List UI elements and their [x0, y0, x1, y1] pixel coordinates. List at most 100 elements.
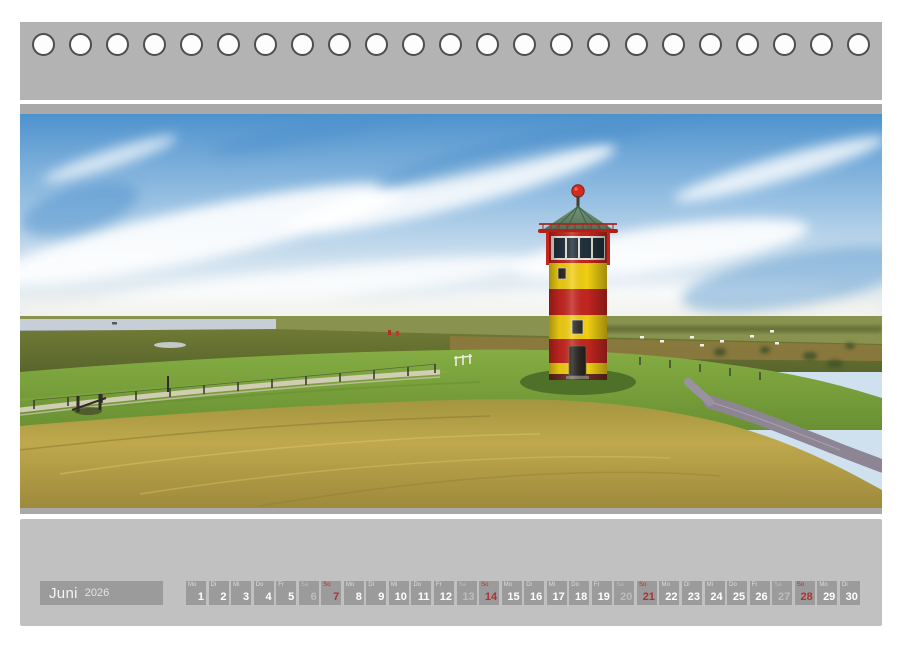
day-number: 17: [553, 591, 565, 603]
weekday-abbr: Mi: [391, 582, 397, 588]
day-cell-19: Fr 19: [592, 581, 612, 605]
day-number: 2: [220, 591, 226, 603]
weekday-abbr: So: [797, 582, 804, 588]
weekday-abbr: Mo: [346, 582, 354, 588]
weekday-abbr: Fr: [752, 582, 758, 588]
day-number: 22: [665, 591, 677, 603]
weekday-abbr: So: [639, 582, 646, 588]
day-cells: Mo1Di2Mi3Do4Fr5Sa6So7Mo8Di9Mi10Do11Fr12S…: [186, 581, 860, 605]
binding-hole: [476, 33, 499, 56]
day-number: 4: [266, 591, 272, 603]
weekday-abbr: Di: [368, 582, 374, 588]
day-cell-8: Mo8: [344, 581, 364, 605]
day-number: 25: [733, 591, 745, 603]
day-cell-22: Mo22: [659, 581, 679, 605]
weekday-abbr: Fr: [436, 582, 442, 588]
month-label-box: Juni 2026: [40, 581, 163, 605]
day-cell-5: Fr 5: [276, 581, 296, 605]
binding-hole: [736, 33, 759, 56]
weekday-abbr: Di: [526, 582, 532, 588]
binding-hole: [328, 33, 351, 56]
binding-hole: [143, 33, 166, 56]
day-number: 18: [575, 591, 587, 603]
day-number: 15: [507, 591, 519, 603]
weekday-abbr: Mi: [233, 582, 239, 588]
weekday-abbr: Do: [413, 582, 421, 588]
day-cell-21: So 21: [637, 581, 657, 605]
photo-edge-top: [20, 104, 882, 114]
day-number: 7: [333, 591, 339, 603]
weekday-abbr: So: [481, 582, 488, 588]
day-number: 26: [755, 591, 767, 603]
day-cell-2: Di2: [209, 581, 229, 605]
weekday-abbr: Mi: [707, 582, 713, 588]
binding-hole: [180, 33, 203, 56]
calendar-photo: [20, 114, 882, 508]
binding-hole: [69, 33, 92, 56]
day-cell-16: Di16: [524, 581, 544, 605]
day-number: 14: [485, 591, 497, 603]
day-cell-28: So 28: [795, 581, 815, 605]
day-number: 11: [418, 591, 430, 603]
year-label: 2026: [85, 587, 109, 599]
day-cell-4: Do4: [254, 581, 274, 605]
calendar-strip: Juni 2026 Mo1Di2Mi3Do4Fr5Sa6So7Mo8Di9Mi1…: [40, 581, 860, 605]
binding-hole: [550, 33, 573, 56]
binding-hole: [773, 33, 796, 56]
day-cell-13: Sa13: [457, 581, 477, 605]
desk-calendar-page: Juni 2026 Mo1Di2Mi3Do4Fr5Sa6So7Mo8Di9Mi1…: [0, 0, 902, 648]
day-number: 8: [356, 591, 362, 603]
day-number: 28: [801, 591, 813, 603]
weekday-abbr: Mo: [504, 582, 512, 588]
day-number: 19: [598, 591, 610, 603]
day-number: 21: [643, 591, 655, 603]
day-number: 23: [688, 591, 700, 603]
day-cell-10: Mi 10: [389, 581, 409, 605]
binding-hole: [402, 33, 425, 56]
day-cell-6: Sa6: [299, 581, 319, 605]
weekday-abbr: Di: [684, 582, 690, 588]
binding-hole: [847, 33, 870, 56]
day-cell-15: Mo 15: [502, 581, 522, 605]
binding-hole: [365, 33, 388, 56]
day-number: 13: [462, 591, 474, 603]
weekday-abbr: Do: [571, 582, 579, 588]
day-number: 27: [778, 591, 790, 603]
day-cell-7: So7: [321, 581, 341, 605]
day-cell-25: Do 25: [727, 581, 747, 605]
binding-hole: [32, 33, 55, 56]
binding-hole: [810, 33, 833, 56]
weekday-abbr: Mi: [549, 582, 555, 588]
day-cell-30: Di30: [840, 581, 860, 605]
weekday-abbr: Mo: [819, 582, 827, 588]
weekday-abbr: Do: [729, 582, 737, 588]
weekday-abbr: Fr: [594, 582, 600, 588]
binding-hole: [587, 33, 610, 56]
day-number: 29: [823, 591, 835, 603]
weekday-abbr: Di: [842, 582, 848, 588]
weekday-abbr: Sa: [616, 582, 623, 588]
binding-hole: [439, 33, 462, 56]
day-cell-29: Mo 29: [817, 581, 837, 605]
day-number: 1: [198, 591, 204, 603]
binding-hole: [513, 33, 536, 56]
day-number: 9: [378, 591, 384, 603]
binding-hole: [625, 33, 648, 56]
day-number: 24: [710, 591, 722, 603]
binding-holes: [20, 22, 882, 56]
binding-hole: [254, 33, 277, 56]
day-cell-26: Fr 26: [750, 581, 770, 605]
day-cell-20: Sa20: [614, 581, 634, 605]
day-cell-27: Sa27: [772, 581, 792, 605]
day-cell-9: Di 9: [366, 581, 386, 605]
binding-hole: [662, 33, 685, 56]
weekday-abbr: Di: [211, 582, 217, 588]
spiral-binding-bar: [20, 22, 882, 100]
day-cell-24: Mi 24: [705, 581, 725, 605]
day-cell-12: Fr12: [434, 581, 454, 605]
photo-edge-bottom: [20, 508, 882, 514]
weekday-abbr: Fr: [278, 582, 284, 588]
day-number: 10: [395, 591, 407, 603]
day-number: 5: [288, 591, 294, 603]
binding-hole: [699, 33, 722, 56]
